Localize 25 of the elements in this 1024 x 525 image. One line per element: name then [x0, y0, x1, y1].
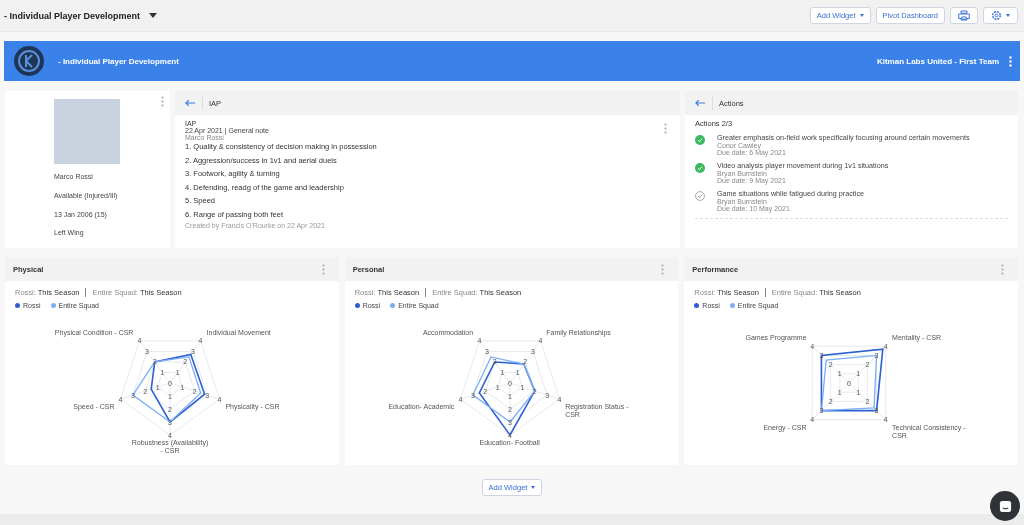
- chat-button[interactable]: [990, 491, 1020, 521]
- radar-series-outline: [820, 348, 885, 412]
- more-icon[interactable]: [664, 123, 667, 134]
- more-icon[interactable]: [1009, 55, 1012, 67]
- radar-series-outline: [471, 356, 536, 423]
- dashboard-title[interactable]: - Individual Player Development: [4, 10, 141, 21]
- print-button[interactable]: [950, 7, 978, 24]
- radar-series-outline: [821, 354, 878, 412]
- more-icon[interactable]: [161, 96, 164, 107]
- radar-series-outline: [150, 353, 206, 424]
- radar-series-outline: [132, 356, 202, 423]
- caret-icon[interactable]: [149, 13, 158, 18]
- settings-button[interactable]: [983, 7, 1018, 24]
- back-arrow-icon[interactable]: [185, 99, 196, 107]
- photo-placeholder: [54, 99, 120, 165]
- club-logo-icon: [14, 46, 44, 76]
- completed-check-icon[interactable]: [695, 135, 705, 145]
- chat-icon: [998, 499, 1012, 513]
- gear-icon: [991, 10, 1002, 21]
- completed-check-icon[interactable]: [695, 163, 705, 173]
- printer-icon: [958, 10, 970, 21]
- team-name: Kitman Labs United - First Team: [876, 56, 999, 66]
- banner-title: - Individual Player Development: [58, 56, 179, 66]
- back-arrow-icon[interactable]: [695, 99, 706, 107]
- pending-check-icon[interactable]: [695, 191, 705, 201]
